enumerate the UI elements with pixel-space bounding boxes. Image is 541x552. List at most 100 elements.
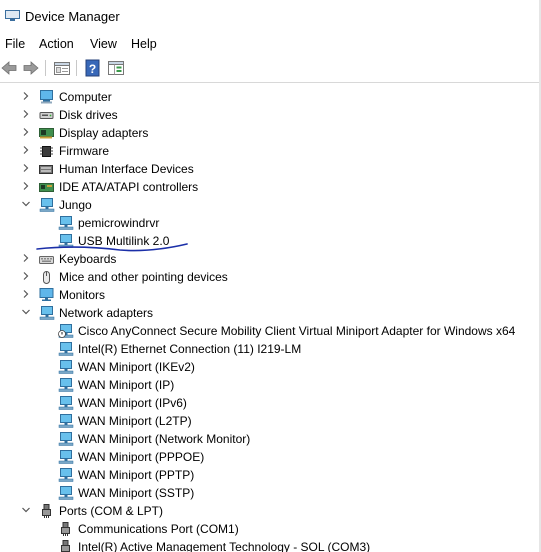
tree-item-label: Intel(R) Active Management Technology - … <box>78 540 371 552</box>
tree-item[interactable]: Jungo <box>0 196 541 214</box>
tree-item-label: Jungo <box>59 198 92 212</box>
tree-item[interactable]: Firmware <box>0 142 541 160</box>
chevron-down-icon[interactable] <box>21 307 31 317</box>
tree-item-label: IDE ATA/ATAPI controllers <box>59 180 199 194</box>
network-adapter-disabled-icon <box>58 324 74 338</box>
disk-drive-icon <box>39 112 54 119</box>
menu-file[interactable]: File <box>5 37 25 51</box>
tree-item[interactable]: USB Multilink 2.0 <box>0 232 541 250</box>
tree-item-label: Ports (COM & LPT) <box>59 504 164 518</box>
menu-bar: File Action View Help <box>0 34 541 54</box>
chevron-right-icon[interactable] <box>21 289 31 299</box>
device-icon <box>58 216 74 230</box>
tree-item-label: Display adapters <box>59 126 149 140</box>
tree-item-label: Monitors <box>59 288 106 302</box>
back-arrow-icon[interactable] <box>0 59 18 77</box>
tree-item[interactable]: WAN Miniport (L2TP) <box>0 412 541 430</box>
chevron-right-icon[interactable] <box>21 91 31 101</box>
network-adapter-icon <box>58 486 74 500</box>
toolbar: ? <box>0 56 541 83</box>
chevron-down-icon[interactable] <box>21 505 31 515</box>
chevron-right-icon[interactable] <box>21 271 31 281</box>
tree-item[interactable]: WAN Miniport (PPPOE) <box>0 448 541 466</box>
tree-item[interactable]: WAN Miniport (SSTP) <box>0 484 541 502</box>
tree-item[interactable]: Mice and other pointing devices <box>0 268 541 286</box>
tree-item[interactable]: Computer <box>0 88 541 106</box>
help-icon[interactable]: ? <box>84 59 102 77</box>
tree-item[interactable]: Intel(R) Ethernet Connection (11) I219-L… <box>0 340 541 358</box>
tree-item[interactable]: Display adapters <box>0 124 541 142</box>
port-icon <box>61 540 70 552</box>
title-bar: Device Manager <box>0 0 541 34</box>
show-hidden-icon[interactable] <box>107 59 125 77</box>
port-icon <box>42 504 51 518</box>
tree-item-label: Firmware <box>59 144 109 158</box>
device-icon <box>58 234 74 248</box>
chevron-right-icon[interactable] <box>21 163 31 173</box>
tree-item-label: WAN Miniport (IKEv2) <box>78 360 195 374</box>
tree-item[interactable]: IDE ATA/ATAPI controllers <box>0 178 541 196</box>
tree-item[interactable]: Network adapters <box>0 304 541 322</box>
chevron-right-icon[interactable] <box>21 181 31 191</box>
device-tree: Computer Disk drives Display adapters Firmw… <box>0 86 541 552</box>
tree-item-label: Computer <box>59 90 112 104</box>
network-adapter-icon <box>58 342 74 356</box>
tree-item-label: pemicrowindrvr <box>78 216 160 230</box>
window-title: Device Manager <box>25 9 120 24</box>
tree-item-label: Cisco AnyConnect Secure Mobility Client … <box>78 324 516 338</box>
tree-item[interactable]: Cisco AnyConnect Secure Mobility Client … <box>0 322 541 340</box>
properties-icon[interactable] <box>53 59 71 77</box>
tree-item[interactable]: WAN Miniport (PPTP) <box>0 466 541 484</box>
tree-item[interactable]: Keyboards <box>0 250 541 268</box>
network-adapter-icon <box>58 450 74 464</box>
device-manager-app-icon <box>5 10 20 21</box>
tree-item-label: WAN Miniport (IP) <box>78 378 175 392</box>
tree-item-label: Network adapters <box>59 306 154 320</box>
tree-item[interactable]: Communications Port (COM1) <box>0 520 541 538</box>
tree-item[interactable]: Monitors <box>0 286 541 304</box>
tree-item-label: WAN Miniport (Network Monitor) <box>78 432 251 446</box>
network-adapter-icon <box>58 396 74 410</box>
chevron-right-icon[interactable] <box>21 253 31 263</box>
network-adapter-icon <box>58 360 74 374</box>
tree-item[interactable]: Disk drives <box>0 106 541 124</box>
tree-item[interactable]: WAN Miniport (IKEv2) <box>0 358 541 376</box>
tree-item[interactable]: Intel(R) Active Management Technology - … <box>0 538 541 552</box>
tree-item-label: Keyboards <box>59 252 117 266</box>
toolbar-separator <box>45 60 46 76</box>
menu-action[interactable]: Action <box>39 37 74 51</box>
mouse-icon <box>43 271 50 284</box>
tree-item-label: Communications Port (COM1) <box>78 522 239 536</box>
tree-item-label: Mice and other pointing devices <box>59 270 228 284</box>
keyboard-icon <box>39 256 54 264</box>
network-adapter-icon <box>58 414 74 428</box>
hid-icon <box>39 165 53 174</box>
computer-icon <box>40 90 53 104</box>
tree-item-label: WAN Miniport (PPTP) <box>78 468 195 482</box>
port-icon <box>61 522 70 536</box>
tree-item[interactable]: WAN Miniport (IP) <box>0 376 541 394</box>
network-adapter-icon <box>58 378 74 392</box>
tree-item-label: WAN Miniport (IPv6) <box>78 396 187 410</box>
tree-item[interactable]: pemicrowindrvr <box>0 214 541 232</box>
toolbar-separator <box>76 60 77 76</box>
tree-item[interactable]: Ports (COM & LPT) <box>0 502 541 520</box>
chevron-right-icon[interactable] <box>21 127 31 137</box>
chevron-down-icon[interactable] <box>21 199 31 209</box>
tree-item[interactable]: Human Interface Devices <box>0 160 541 178</box>
chevron-right-icon[interactable] <box>21 109 31 119</box>
network-adapter-icon <box>58 468 74 482</box>
display-adapter-icon <box>39 128 54 139</box>
tree-item-label: WAN Miniport (SSTP) <box>78 486 195 500</box>
tree-item[interactable]: WAN Miniport (IPv6) <box>0 394 541 412</box>
tree-item-label: Intel(R) Ethernet Connection (11) I219-L… <box>78 342 302 356</box>
ide-controller-icon <box>39 183 54 192</box>
forward-arrow-icon[interactable] <box>22 59 40 77</box>
tree-item-label: WAN Miniport (L2TP) <box>78 414 192 428</box>
chevron-right-icon[interactable] <box>21 145 31 155</box>
menu-view[interactable]: View <box>90 37 117 51</box>
tree-item[interactable]: WAN Miniport (Network Monitor) <box>0 430 541 448</box>
menu-help[interactable]: Help <box>131 37 157 51</box>
tree-item-label: USB Multilink 2.0 <box>78 234 170 248</box>
network-adapter-icon <box>39 306 55 320</box>
